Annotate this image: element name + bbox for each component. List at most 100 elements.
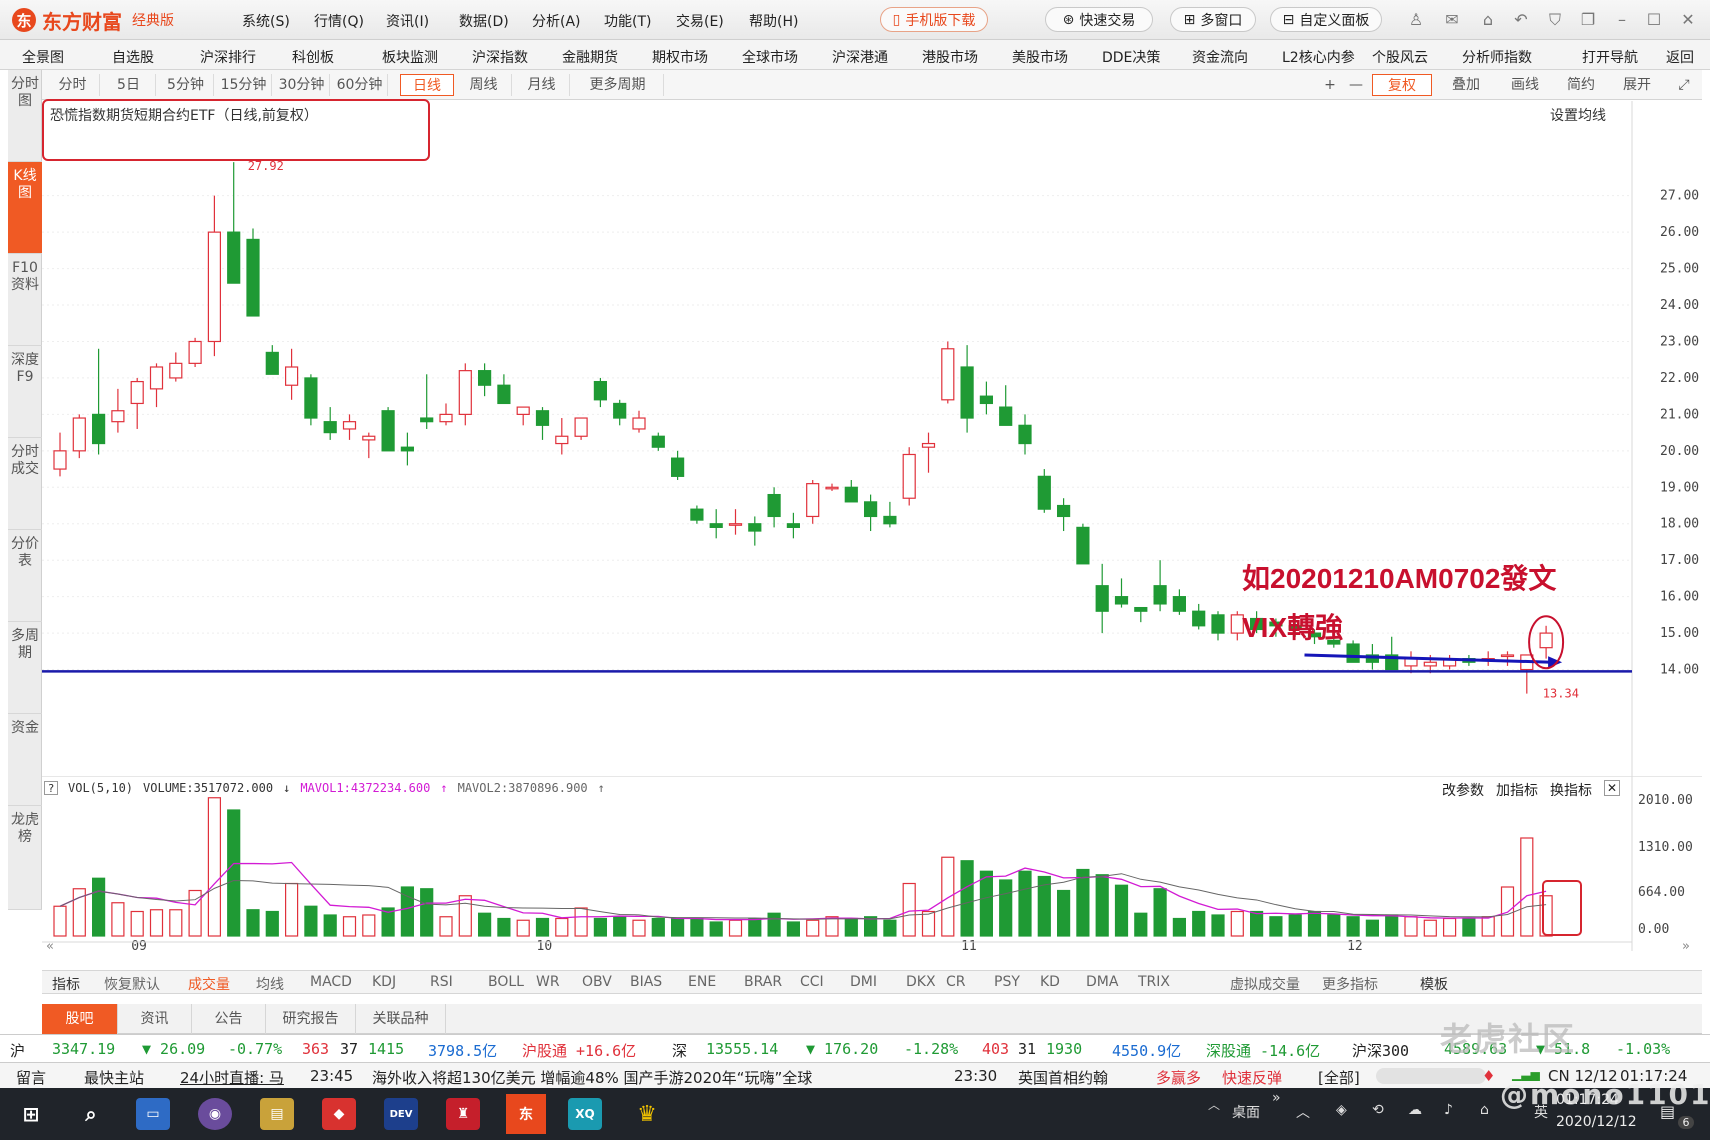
period-5day[interactable]: 5日 [102,74,156,96]
mail-icon[interactable]: ✉ [1442,10,1462,30]
menu-data[interactable]: 数据(D) [459,11,509,31]
dev-app-icon[interactable]: DEV [384,1098,418,1130]
user-icon[interactable]: ♙ [1406,10,1426,30]
nav-options[interactable]: 期权市场 [652,47,708,67]
fuquan-dropdown[interactable]: 复权 [1372,74,1432,96]
indicator-8[interactable]: WR [536,974,560,990]
indicator-14[interactable]: DMI [850,974,877,990]
indicator-4[interactable]: MACD [310,974,352,990]
menu-info[interactable]: 资讯(I) [386,11,429,31]
side-f9[interactable]: 深度F9 [8,346,42,438]
tray-sync-icon[interactable]: ⟲ [1372,1102,1384,1118]
indicator-11[interactable]: ENE [688,974,716,990]
indicator-10[interactable]: BIAS [630,974,662,990]
tab-related[interactable]: 关联品种 [356,1004,446,1034]
nav-connect[interactable]: 沪深港通 [832,47,888,67]
indicator-15[interactable]: DKX [906,974,936,990]
restore-icon[interactable]: ❐ [1578,10,1598,30]
menu-system[interactable]: 系统(S) [242,11,290,31]
app-red-icon[interactable]: ◆ [322,1098,356,1130]
shirt-icon[interactable]: ⛉ [1545,10,1565,30]
scroll-up-icon[interactable]: ︿ [1208,1096,1220,1113]
edit-params-button[interactable]: 改参数 [1442,780,1484,800]
side-price-table[interactable]: 分价表 [8,530,42,622]
menu-analysis[interactable]: 分析(A) [532,11,581,31]
zoom-out-button[interactable]: — [1344,74,1368,96]
indicator-7[interactable]: BOLL [488,974,524,990]
nav-stock-cloud[interactable]: 个股风云 [1372,47,1428,67]
switch-indicator-button[interactable]: 换指标 [1550,780,1592,800]
menu-trade[interactable]: 交易(E) [676,11,724,31]
draw-line-button[interactable]: 画线 [1500,74,1550,96]
indicator-0[interactable]: 指标 [52,974,80,994]
news-headline-2[interactable]: 英国首相约翰 [1018,1067,1108,1088]
indicator-1[interactable]: 恢复默认 [104,974,160,994]
indicator-16[interactable]: CR [946,974,966,990]
period-intraday[interactable]: 分时 [46,74,100,96]
custom-panel-button[interactable]: ⊟ 自定义面板 [1270,7,1382,32]
explorer-icon[interactable]: ▭ [136,1098,170,1130]
indicator-12[interactable]: BRAR [744,974,782,990]
side-f10[interactable]: F10资料 [8,254,42,346]
minimize-icon[interactable]: – [1612,10,1632,30]
nav-back[interactable]: 返回 [1666,47,1694,67]
folder-icon[interactable]: ▤ [260,1098,294,1130]
tab-announcement[interactable]: 公告 [192,1004,266,1034]
indicator-9[interactable]: OBV [582,974,612,990]
period-5min[interactable]: 5分钟 [158,74,214,96]
overlay-dropdown[interactable]: 叠加 [1438,74,1494,96]
expand-button[interactable]: 展开 [1612,74,1662,96]
volume-panel[interactable]: 2010.00 1310.00 664.00 0.00 09 10 11 12 « » ? VO… [42,775,1702,954]
volume-icon[interactable]: ♪ [1444,1102,1453,1118]
clock-date[interactable]: 2020/12/12 [1556,1114,1637,1130]
news-filter[interactable]: [全部] [1318,1067,1360,1088]
indicator-21[interactable]: 虚拟成交量 [1230,974,1300,994]
news-headline-1[interactable]: 海外收入将超130亿美元 增幅逾48% 国产手游2020年“玩嗨”全球 [372,1067,812,1088]
nav-sector-monitor[interactable]: 板块监测 [382,47,438,67]
fast-trade-button[interactable]: ⊛ 快速交易 [1045,7,1153,32]
nav-us[interactable]: 美股市场 [1012,47,1068,67]
tray-app-icon[interactable]: ◈ [1336,1102,1347,1118]
alert-bell-icon[interactable]: ♦ [1482,1067,1495,1085]
period-daily[interactable]: 日线 [400,74,454,96]
eastmoney-taskbar-icon[interactable]: 东 [506,1094,546,1134]
live-24h-link[interactable]: 24小时直播: 马 [180,1067,284,1088]
nav-ranking[interactable]: 沪深排行 [200,47,256,67]
nav-watchlist[interactable]: 自选股 [112,47,154,67]
fullscreen-icon[interactable]: ⤢ [1672,74,1696,96]
mobile-download-button[interactable]: ▯ 手机版下载 [880,7,988,32]
indicator-5[interactable]: KDJ [372,974,396,990]
nav-l2[interactable]: L2核心内参 [1282,47,1355,67]
app-logo[interactable]: 东 东方财富 经典版 [12,6,174,34]
indicator-23[interactable]: 模板 [1420,974,1448,994]
double-chevron-icon[interactable]: » [1272,1090,1281,1106]
tray-chevron-icon[interactable]: ︿ [1296,1102,1310,1122]
indicator-13[interactable]: CCI [800,974,824,990]
tab-research[interactable]: 研究报告 [266,1004,356,1034]
undo-icon[interactable]: ↶ [1511,10,1531,30]
period-60min[interactable]: 60分钟 [332,74,388,96]
app-rabbit-icon[interactable]: ♜ [446,1098,480,1130]
zoom-in-button[interactable]: + [1318,74,1342,96]
nav-analyst[interactable]: 分析师指数 [1462,47,1532,67]
menu-quote[interactable]: 行情(Q) [314,11,364,31]
nav-index[interactable]: 沪深指数 [472,47,528,67]
message-button[interactable]: 留言 [16,1067,46,1088]
indicator-20[interactable]: TRIX [1138,974,1170,990]
search-box[interactable] [1376,1068,1486,1084]
nav-fund-flow[interactable]: 资金流向 [1192,47,1248,67]
period-more[interactable]: 更多周期 [572,74,664,96]
home-icon[interactable]: ⌂ [1478,10,1498,30]
period-15min[interactable]: 15分钟 [216,74,272,96]
windows-start-icon[interactable]: ⊞ [14,1098,48,1130]
side-dragon-tiger[interactable]: 龙虎榜 [8,806,42,910]
close-icon[interactable]: ✕ [1678,10,1698,30]
period-monthly[interactable]: 月线 [514,74,570,96]
search-icon[interactable]: ⌕ [74,1098,108,1130]
github-icon[interactable]: ◉ [198,1098,232,1130]
nav-open-nav[interactable]: 打开导航 [1582,47,1638,67]
indicator-6[interactable]: RSI [430,974,453,990]
news-tag-multi[interactable]: 多赢多 [1156,1067,1201,1088]
tab-news[interactable]: 资讯 [118,1004,192,1034]
side-intraday[interactable]: 分时图 [8,70,42,162]
